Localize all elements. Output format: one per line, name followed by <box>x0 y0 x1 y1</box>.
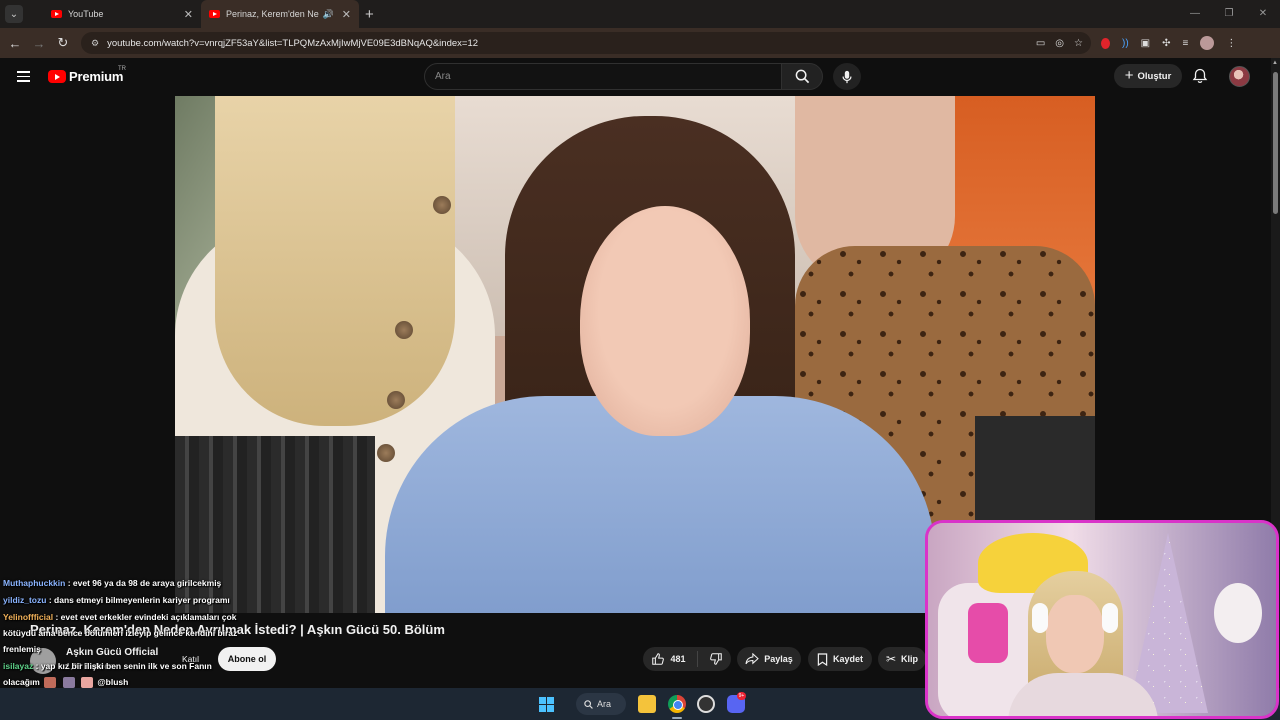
youtube-favicon-icon <box>51 10 62 18</box>
bookmark-icon <box>817 652 828 666</box>
profile-avatar[interactable] <box>1200 36 1215 50</box>
forward-button[interactable]: → <box>27 36 51 51</box>
save-label: Kaydet <box>832 654 863 664</box>
voice-search-button[interactable] <box>833 63 861 90</box>
taskbar-search[interactable]: Ara <box>576 693 626 715</box>
create-button[interactable]: + Oluştur <box>1114 64 1182 88</box>
new-tab-button[interactable]: + <box>365 6 374 23</box>
cast-icon[interactable]: ▭ <box>1036 38 1045 49</box>
extensions-puzzle-icon[interactable]: ✣ <box>1162 38 1170 49</box>
close-window-button[interactable]: ✕ <box>1246 0 1280 28</box>
scissors-icon: ✂ <box>885 652 897 666</box>
account-avatar[interactable] <box>1229 66 1250 87</box>
youtube-masthead: Premium TR Ara + Oluştur <box>0 58 1280 96</box>
save-button[interactable]: Kaydet <box>808 647 872 671</box>
search-input[interactable]: Ara <box>424 63 782 90</box>
share-arrow-icon <box>745 653 759 665</box>
search-button[interactable] <box>781 63 823 90</box>
active-app-indicator <box>672 717 682 719</box>
search-icon <box>795 69 809 84</box>
emote-icon <box>44 677 57 689</box>
discord-notification-badge: 9+ <box>737 692 746 700</box>
speaker-icon[interactable]: 🔊 <box>323 9 334 20</box>
scrollbar-thumb[interactable] <box>1273 72 1278 214</box>
address-bar-row: ← → ↻ ⚙ youtube.com/watch?v=vnrqjZF53aY&… <box>0 28 1280 58</box>
like-count[interactable]: 481 <box>670 654 685 664</box>
window-controls: — ❐ ✕ <box>1178 0 1280 28</box>
region-code: TR <box>118 66 126 72</box>
chat-message: Yelinoffficial : evet evet erkekler evin… <box>3 609 243 657</box>
tab-search-chevron-icon[interactable]: ⌄ <box>5 5 23 23</box>
streamer-webcam-overlay <box>925 520 1279 719</box>
youtube-favicon-icon <box>209 10 220 18</box>
video-main-subject <box>580 206 750 436</box>
chat-username: isilayaz <box>3 661 34 671</box>
chat-message: Muthaphuckkin : evet 96 ya da 98 de aray… <box>3 575 243 591</box>
windows-start-icon[interactable] <box>539 697 554 712</box>
emote-icon <box>62 677 75 689</box>
chat-message: yildiz_tozu : dans etmeyi bilmeyenlerin … <box>3 592 243 608</box>
tab-close-icon[interactable]: ✕ <box>342 8 351 21</box>
clip-button[interactable]: ✂ Klip <box>878 647 926 671</box>
chat-text: : dans etmeyi bilmeyenlerin kariyer prog… <box>48 595 230 605</box>
maximize-button[interactable]: ❐ <box>1212 0 1246 28</box>
chat-text: : evet 96 ya da 98 de araya girilcekmiş <box>67 578 222 588</box>
thumbs-up-icon[interactable] <box>651 652 665 666</box>
youtube-play-logo-icon <box>48 70 66 83</box>
scroll-up-arrow-icon[interactable]: ▲ <box>1272 60 1278 66</box>
tab-youtube[interactable]: YouTube ✕ <box>43 0 201 28</box>
stream-chat-overlay: Muthaphuckkin : evet 96 ya da 98 de aray… <box>3 575 243 691</box>
like-dislike-group: 481 <box>643 647 731 671</box>
bookmark-star-icon[interactable]: ☆ <box>1074 38 1083 49</box>
chat-username: Yelinoffficial <box>3 612 54 622</box>
headphones-icon <box>1032 603 1048 633</box>
tab-video[interactable]: Perinaz, Kerem'den Neden Ayrılmak İstedi… <box>201 0 359 28</box>
omnibox[interactable]: ⚙ youtube.com/watch?v=vnrqjZF53aY&list=T… <box>81 32 1091 54</box>
chat-emote-text: @blush <box>97 677 129 687</box>
share-label: Paylaş <box>764 654 793 664</box>
share-button[interactable]: Paylaş <box>737 647 801 671</box>
chat-message: isilayaz : yap kız bir ilişki ben senin … <box>3 658 243 690</box>
browser-tab-strip: ⌄ YouTube ✕ Perinaz, Kerem'den Neden Ayr… <box>0 0 1280 28</box>
back-button[interactable]: ← <box>3 36 27 51</box>
reload-button[interactable]: ↻ <box>51 35 75 51</box>
microphone-icon <box>842 70 852 83</box>
obs-icon[interactable] <box>697 695 715 713</box>
notifications-bell-icon[interactable] <box>1192 68 1208 84</box>
streamer-face <box>1046 595 1104 673</box>
extension-shield-icon[interactable]: ▣ <box>1141 38 1150 49</box>
reading-list-icon[interactable]: ≡ <box>1183 38 1189 49</box>
extension-red-icon[interactable] <box>1101 37 1110 49</box>
tab-close-icon[interactable]: ✕ <box>184 8 193 21</box>
thumbs-down-icon[interactable] <box>709 652 723 666</box>
menu-hamburger-icon[interactable] <box>17 71 30 82</box>
taskbar-search-label: Ara <box>597 699 612 709</box>
tab-title: Perinaz, Kerem'den Neden Ayrılmak İstedi… <box>226 9 319 19</box>
extensions-area: )) ▣ ✣ ≡ ⋮ <box>1101 36 1236 50</box>
url-text[interactable]: youtube.com/watch?v=vnrqjZF53aY&list=TLP… <box>107 38 1036 49</box>
extension-audio-icon[interactable]: )) <box>1122 38 1129 49</box>
chat-username: yildiz_tozu <box>3 595 47 605</box>
create-label: Oluştur <box>1137 70 1172 82</box>
minimize-button[interactable]: — <box>1178 0 1212 28</box>
clip-label: Klip <box>901 654 919 664</box>
plus-icon: + <box>1124 67 1134 84</box>
file-explorer-icon[interactable] <box>638 695 656 713</box>
eye-off-icon[interactable]: ◎ <box>1055 38 1064 49</box>
tab-title: YouTube <box>68 9 104 19</box>
emote-icon <box>80 677 93 689</box>
site-info-icon[interactable]: ⚙ <box>91 38 99 49</box>
chrome-icon[interactable] <box>668 695 686 713</box>
youtube-premium-logo[interactable]: Premium TR <box>48 66 126 84</box>
search-icon <box>584 699 593 709</box>
chat-username: Muthaphuckkin <box>3 578 66 588</box>
browser-menu-icon[interactable]: ⋮ <box>1226 38 1236 49</box>
logo-text: Premium <box>69 69 124 84</box>
